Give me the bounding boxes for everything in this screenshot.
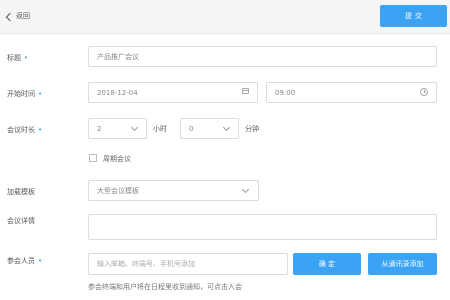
- start-time-picker[interactable]: 09:00: [266, 82, 437, 103]
- required-marker: •: [38, 90, 43, 98]
- duration-minutes-value: 0: [189, 124, 194, 133]
- chevron-left-icon: [5, 12, 15, 21]
- template-select[interactable]: 大型会议模板: [88, 180, 259, 201]
- calendar-icon[interactable]: [242, 88, 249, 94]
- chevron-down-icon: [130, 123, 139, 132]
- duration-hours-select[interactable]: 2: [88, 118, 147, 139]
- required-marker: •: [38, 126, 43, 134]
- add-from-contacts-button[interactable]: 从通讯录添加: [368, 253, 437, 275]
- duration-hours-value: 2: [97, 124, 102, 133]
- confirm-button[interactable]: 确 定: [293, 253, 361, 275]
- participants-label: 参会人员 •: [7, 257, 43, 265]
- start-date-value: 2018-12-04: [97, 88, 138, 97]
- participants-hint: 参会终端和用户将在日程里收到通知，可点击入会: [88, 283, 242, 291]
- participants-input[interactable]: 输入邮箱、终端号、手机号添加: [88, 253, 288, 275]
- details-label: 会议详情: [7, 217, 35, 225]
- required-marker: •: [38, 257, 43, 265]
- participants-placeholder: 输入邮箱、终端号、手机号添加: [97, 260, 195, 268]
- start-time-label: 开始时间 •: [7, 90, 43, 98]
- required-marker: •: [24, 54, 29, 62]
- chevron-down-icon: [241, 185, 250, 194]
- back-link[interactable]: 返回: [5, 11, 30, 21]
- back-label: 返回: [16, 12, 30, 20]
- minutes-unit: 分钟: [245, 125, 259, 133]
- template-label: 加载模板: [7, 188, 35, 196]
- top-bar: 返回 提交: [0, 0, 450, 34]
- title-label: 标题 •: [7, 54, 29, 62]
- chevron-down-icon: [222, 123, 231, 132]
- recurring-checkbox[interactable]: [89, 154, 97, 162]
- details-textarea[interactable]: [88, 214, 437, 240]
- start-date-picker[interactable]: 2018-12-04: [88, 82, 258, 103]
- hours-unit: 小时: [153, 125, 167, 133]
- title-input[interactable]: 产品推广会议: [88, 46, 437, 67]
- duration-minutes-select[interactable]: 0: [180, 118, 239, 139]
- duration-label: 会议时长 •: [7, 126, 43, 134]
- clock-icon[interactable]: [420, 88, 428, 96]
- template-value: 大型会议模板: [97, 186, 139, 195]
- start-time-value: 09:00: [275, 88, 296, 97]
- submit-button[interactable]: 提交: [380, 5, 447, 27]
- title-input-value: 产品推广会议: [97, 52, 139, 61]
- recurring-label: 周期会议: [103, 155, 131, 163]
